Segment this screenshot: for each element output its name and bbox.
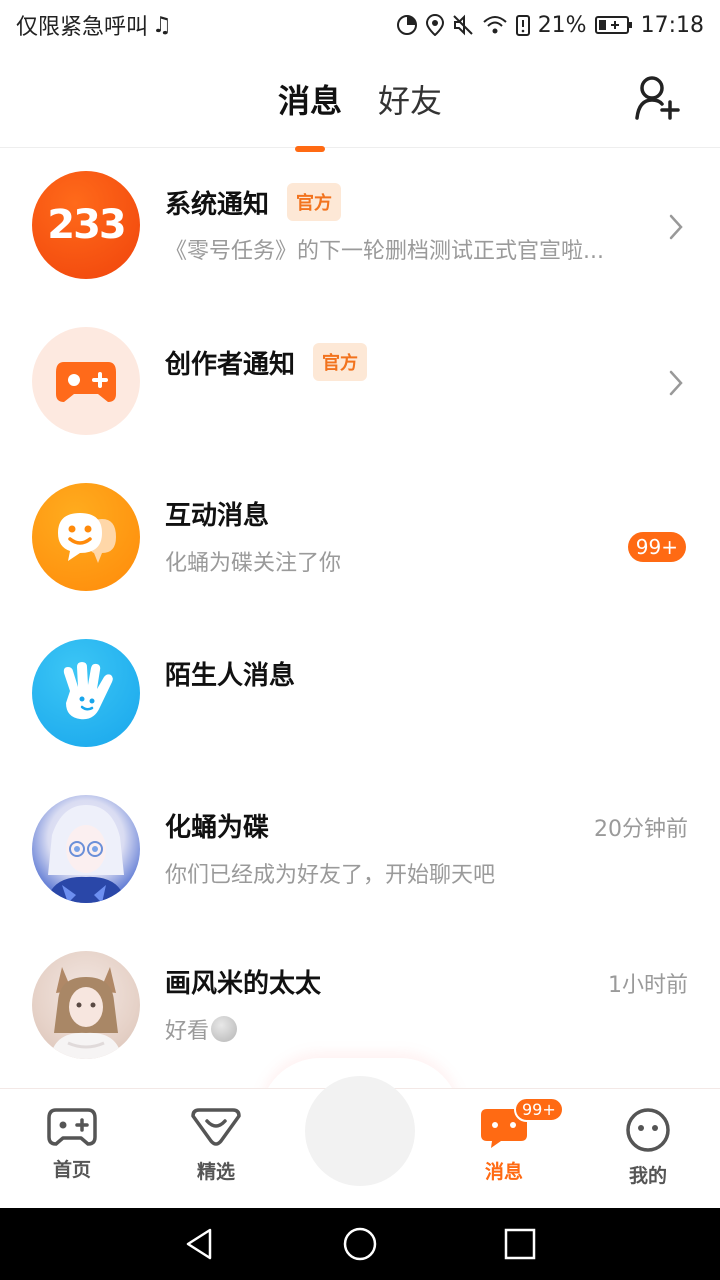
tab-bar: 消息 好友 xyxy=(0,76,720,152)
battery-alert-icon xyxy=(515,15,530,36)
item-title: 系统通知 官方 xyxy=(165,183,342,221)
center-action-button[interactable] xyxy=(305,1076,415,1186)
battery-percent: 21% xyxy=(537,12,587,38)
back-icon[interactable] xyxy=(182,1226,218,1262)
chevron-right-icon xyxy=(669,370,683,396)
item-time: 1小时前 xyxy=(608,973,688,998)
nav-profile[interactable]: 我的 xyxy=(598,1107,698,1188)
status-left: 仅限紧急呼叫 ♫ xyxy=(16,9,172,41)
item-subtitle: 你们已经成为好友了，开始聊天吧 xyxy=(165,863,496,888)
heart-chat-icon xyxy=(191,1108,241,1146)
nav-label: 消息 xyxy=(484,1161,523,1183)
nav-label: 精选 xyxy=(196,1161,235,1183)
avatar xyxy=(32,327,140,435)
add-friend-icon[interactable] xyxy=(634,74,680,120)
carrier-text: 仅限紧急呼叫 xyxy=(16,15,149,40)
avatar: 233 xyxy=(32,171,140,279)
list-item-strangers[interactable]: 陌生人消息 xyxy=(0,617,720,773)
status-bar: 仅限紧急呼叫 ♫ 21% 17:18 xyxy=(0,0,720,50)
list-item-system-notice[interactable]: 233 系统通知 官方 《零号任务》的下一轮删档测试正式官宣啦... xyxy=(0,149,720,305)
item-subtitle: 《零号任务》的下一轮删档测试正式官宣啦... xyxy=(165,239,604,264)
location-icon xyxy=(425,14,444,36)
item-title: 化蛹为碟 xyxy=(165,807,269,844)
list-item-creator-notice[interactable]: 创作者通知 官方 xyxy=(0,305,720,461)
fox-girl-avatar xyxy=(50,967,122,1059)
header: 消息 好友 xyxy=(0,50,720,152)
nav-label: 我的 xyxy=(628,1165,667,1187)
title-text: 互动消息 xyxy=(165,501,270,531)
face-icon xyxy=(626,1108,670,1152)
item-title: 创作者通知 官方 xyxy=(165,343,368,381)
logo-233-icon: 233 xyxy=(47,202,126,248)
nav-unread-badge: 99+ xyxy=(514,1097,564,1122)
tab-messages[interactable]: 消息 xyxy=(277,76,342,152)
smile-bubble-icon xyxy=(58,513,116,563)
data-saver-icon xyxy=(396,15,417,35)
item-subtitle: 好看 xyxy=(165,1013,238,1045)
list-item-chat[interactable]: 化蛹为碟 你们已经成为好友了，开始聊天吧 20分钟前 xyxy=(0,773,720,929)
message-list: 233 系统通知 官方 《零号任务》的下一轮删档测试正式官宣啦... 创作者通知… xyxy=(0,149,720,1085)
title-text: 系统通知 xyxy=(165,189,270,220)
item-title: 互动消息 xyxy=(165,495,269,532)
battery-icon xyxy=(594,16,632,34)
gamepad-plus-icon xyxy=(56,362,116,402)
unread-badge: 99+ xyxy=(627,532,686,562)
recents-icon[interactable] xyxy=(502,1226,538,1262)
system-nav-bar xyxy=(0,1208,720,1280)
tab-friends[interactable]: 好友 xyxy=(378,76,442,122)
title-text: 陌生人消息 xyxy=(165,661,296,691)
nav-featured[interactable]: 精选 xyxy=(166,1107,266,1184)
item-time: 20分钟前 xyxy=(594,817,688,842)
wifi-icon xyxy=(483,16,507,34)
nav-label: 首页 xyxy=(52,1159,91,1181)
clock: 17:18 xyxy=(640,12,704,38)
avatar xyxy=(32,483,140,591)
title-text: 化蛹为碟 xyxy=(165,813,270,843)
mute-icon xyxy=(452,14,473,36)
item-title: 陌生人消息 xyxy=(165,655,295,692)
anime-girl-avatar xyxy=(46,805,126,903)
tab-label: 消息 xyxy=(277,82,342,120)
official-tag: 官方 xyxy=(313,343,368,381)
chevron-right-icon xyxy=(669,214,683,240)
title-text: 画风米的太太 xyxy=(165,969,322,999)
home-icon[interactable] xyxy=(342,1226,378,1262)
avatar xyxy=(32,951,140,1059)
avatar xyxy=(32,795,140,903)
avatar xyxy=(32,639,140,747)
nav-home[interactable]: 首页 xyxy=(22,1107,122,1182)
tab-label: 好友 xyxy=(378,82,443,120)
emoji-face-icon xyxy=(211,1016,238,1042)
gamepad-icon xyxy=(47,1108,97,1146)
item-subtitle: 化蛹为碟关注了你 xyxy=(165,551,342,576)
title-text: 创作者通知 xyxy=(165,349,296,380)
music-note-icon: ♫ xyxy=(152,12,172,38)
item-title: 画风米的太太 xyxy=(165,963,321,1000)
list-item-interactions[interactable]: 互动消息 化蛹为碟关注了你 99+ xyxy=(0,461,720,617)
subtitle-text: 好看 xyxy=(165,1019,210,1044)
waving-hand-icon xyxy=(63,662,113,720)
official-tag: 官方 xyxy=(287,183,342,221)
status-right: 21% 17:18 xyxy=(396,13,704,38)
nav-messages[interactable]: 99+ 消息 xyxy=(454,1097,564,1184)
